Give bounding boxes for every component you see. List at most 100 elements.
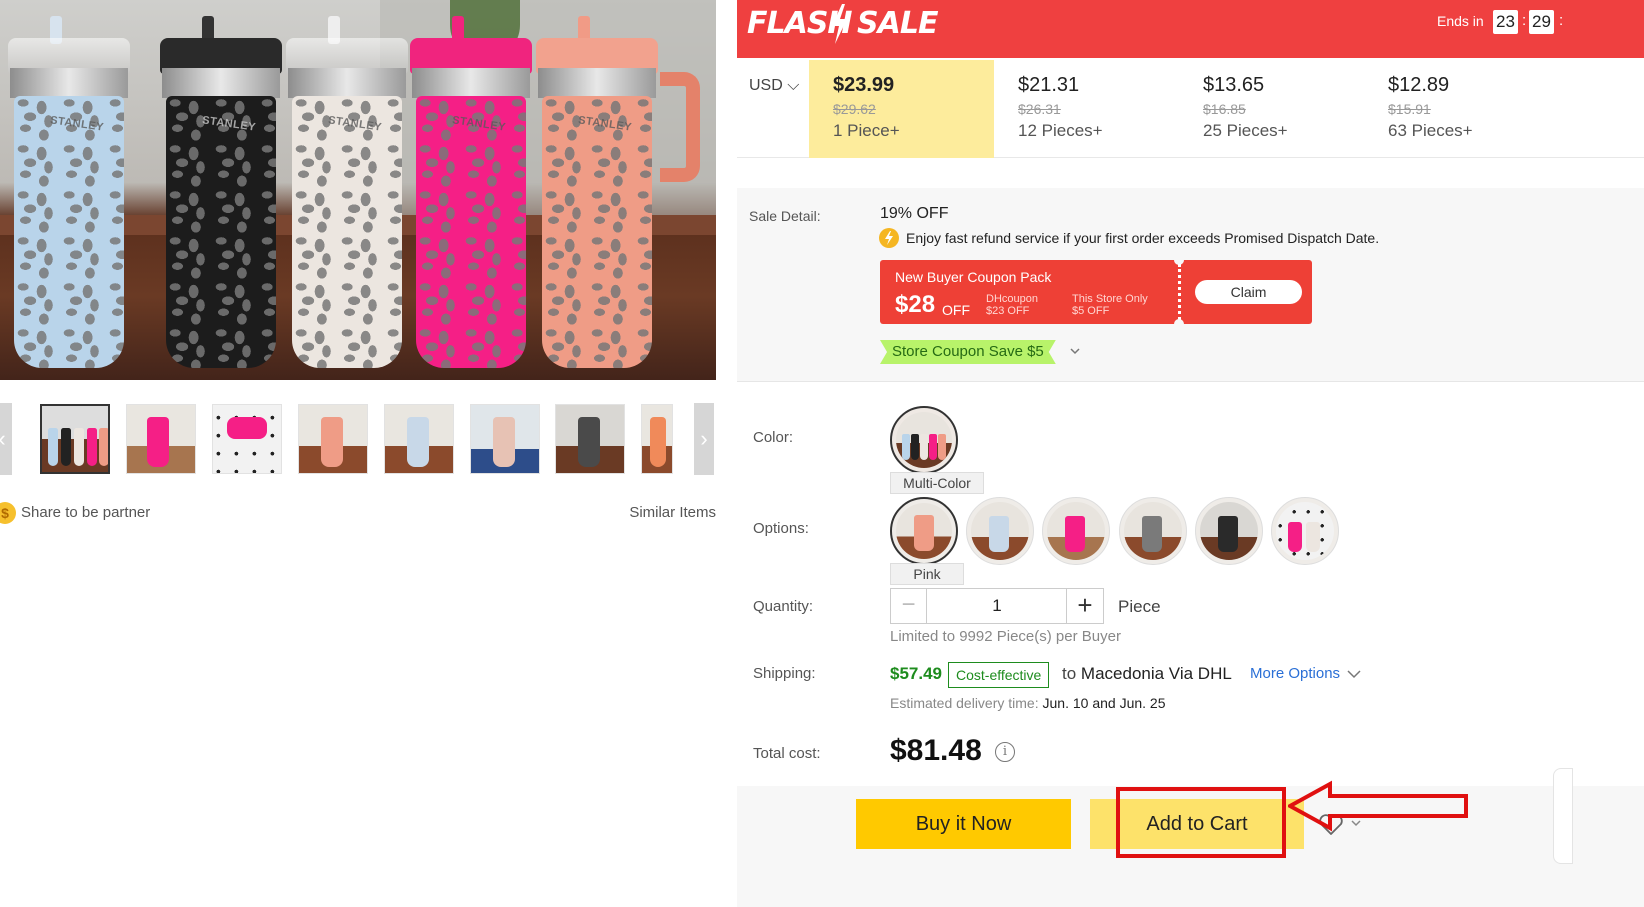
option-gray[interactable] [1119,497,1187,565]
option-multi[interactable] [1271,497,1339,565]
price-tier-3: $13.65 $16.85 25 Pieces+ [1179,60,1364,158]
more-options-link[interactable]: More Options [1250,665,1340,682]
countdown-sep: : [1522,12,1527,29]
total-cost-label: Total cost: [753,745,821,762]
thumb-next-button[interactable]: › [694,403,714,475]
discount-text: 19% OFF [880,205,949,222]
sale-detail-panel: Sale Detail: 19% OFF Enjoy fast refund s… [737,188,1644,382]
tumbler-handle [660,72,700,182]
price-tier-1: $23.99 $29.62 1 Piece+ [809,60,994,158]
quantity-unit: Piece [1118,597,1161,616]
store-coupon-tag[interactable]: Store Coupon Save $5 [880,340,1056,364]
coupon-title: New Buyer Coupon Pack [895,269,1052,285]
annotation-arrow-icon [1288,780,1468,832]
claim-button[interactable]: Claim [1195,280,1302,304]
quantity-label: Quantity: [753,598,814,615]
tumbler-hot-pink: STANLEY [410,16,532,368]
shipping-label: Shipping: [753,665,816,682]
cost-effective-badge: Cost-effective [948,662,1050,688]
store-only-value: $5 OFF [1072,305,1110,317]
side-panel-tab[interactable] [1553,768,1573,864]
thumbnail-7[interactable] [555,404,625,474]
thumbnail-strip: ‹ › [0,403,716,475]
chevron-down-icon[interactable] [1346,667,1362,681]
estimated-delivery: Estimated delivery time: Jun. 10 and Jun… [890,695,1166,711]
quantity-plus-button[interactable]: + [1066,589,1103,623]
thumbnail-1[interactable] [40,404,110,474]
shipping-dest-text: Macedonia Via DHL [1080,664,1232,683]
option-selected-label: Pink [890,563,964,585]
shipping-to: to [1062,664,1077,683]
tier-old-price: $16.85 [1203,101,1246,117]
flash-sale-banner: FLASH SALE Ends in 23 : 29 : [737,0,1644,58]
quantity-input[interactable] [927,589,1067,623]
tier-price: $13.65 [1203,74,1265,96]
countdown-hours: 23 [1493,10,1518,34]
tier-quantity: 63 Pieces+ [1388,121,1473,140]
dhcoupon-value: $23 OFF [986,305,1030,317]
options-label: Options: [753,520,809,537]
tier-quantity: 1 Piece+ [833,121,900,140]
thumbnail-4[interactable] [298,404,368,474]
new-buyer-coupon: New Buyer Coupon Pack $28 OFF DHcoupon $… [880,255,1312,329]
refund-text: Enjoy fast refund service if your first … [906,230,1380,246]
quantity-limit: Limited to 9992 Piece(s) per Buyer [890,628,1121,645]
thumbnail-8[interactable] [641,404,673,474]
tier-price: $21.31 [1018,74,1080,96]
thumbnail-5[interactable] [384,404,454,474]
coupon-amount: $28 [895,291,936,318]
tumbler-light-blue: STANLEY [8,16,130,368]
countdown-sep: : [1559,12,1564,29]
tier-old-price: $29.62 [833,101,876,117]
tier-old-price: $26.31 [1018,101,1061,117]
est-and: and [1092,695,1116,711]
thumbnail-3[interactable] [212,404,282,474]
tumbler-black: STANLEY [160,16,282,368]
currency-select[interactable]: USD ⌵ [749,77,799,95]
est-date-to: Jun. 25 [1119,695,1166,711]
total-cost-value: $81.48 [890,734,982,767]
fast-refund-icon [879,228,899,248]
thumbnail-6[interactable] [470,404,540,474]
shipping-price: $57.49 [890,664,942,683]
lightning-icon [832,4,847,44]
dhcoupon-label: DHcoupon [986,293,1038,305]
thumb-prev-button[interactable]: ‹ [0,403,12,475]
similar-items-link[interactable]: Similar Items [629,504,716,521]
est-date-from: Jun. 10 [1042,695,1089,711]
sale-title: SALE [857,6,938,41]
option-black[interactable] [1195,497,1263,565]
tier-price: $23.99 [833,74,895,96]
tier-quantity: 12 Pieces+ [1018,121,1103,140]
option-pink[interactable] [890,497,958,565]
thumbnail-2[interactable] [126,404,196,474]
add-to-cart-highlight [1116,787,1286,858]
quantity-minus-button[interactable]: − [891,589,927,623]
share-row: $ Share to be partner Similar Items [0,502,716,524]
color-label: Color: [753,429,794,446]
ends-in-label: Ends in [1437,13,1484,29]
info-icon[interactable]: i [995,742,1015,762]
tier-old-price: $15.91 [1388,101,1431,117]
share-partner-link[interactable]: Share to be partner [21,504,150,521]
main-product-image[interactable]: STANLEY STANLEY STANLEY STANLEY STANLEY [0,0,716,380]
coupon-off: OFF [942,302,970,318]
price-tiers: USD ⌵ $23.99 $29.62 1 Piece+ $21.31 $26.… [737,60,1644,158]
shipping-destination: to Macedonia Via DHL [1062,664,1232,684]
countdown-minutes: 29 [1529,10,1554,34]
quantity-stepper: − + [890,588,1104,624]
coupon-notch [1174,319,1184,329]
tumbler-white: STANLEY [286,16,408,368]
option-hot-pink[interactable] [1042,497,1110,565]
store-only-label: This Store Only [1072,293,1148,305]
tier-quantity: 25 Pieces+ [1203,121,1288,140]
color-swatch-multi[interactable] [890,406,958,474]
coin-icon: $ [0,502,16,524]
chevron-down-icon[interactable] [1068,344,1082,358]
buy-now-button[interactable]: Buy it Now [856,799,1071,849]
color-selected-label: Multi-Color [890,472,984,494]
sale-detail-label: Sale Detail: [749,208,821,224]
est-label: Estimated delivery time: [890,695,1039,711]
option-light-blue[interactable] [966,497,1034,565]
price-tier-4: $12.89 $15.91 63 Pieces+ [1364,60,1549,158]
